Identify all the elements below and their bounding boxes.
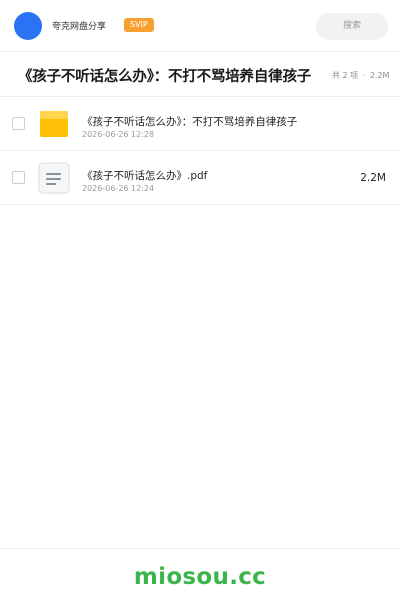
share-title-bar: 《孩子不听话怎么办》：不打不骂培养自律孩子 共 2 项 · 2.2M (0, 52, 400, 97)
total-size: 2.2M (369, 71, 390, 80)
document-icon (38, 162, 70, 194)
row-checkbox[interactable] (12, 117, 25, 130)
svip-badge: SVIP (124, 18, 154, 32)
file-size: 2.2M (360, 172, 386, 184)
row-checkbox[interactable] (12, 171, 25, 184)
page-title: 《孩子不听话怎么办》：不打不骂培养自律孩子 (18, 69, 312, 85)
footer: miosou.cc (0, 548, 400, 600)
search-input[interactable]: 搜索 (316, 13, 388, 40)
file-row-folder[interactable]: 《孩子不听话怎么办》：不打不骂培养自律孩子 2026-06-26 12:28 (0, 97, 400, 151)
file-name[interactable]: 《孩子不听话怎么办》.pdf (82, 168, 207, 183)
file-date: 2026-06-26 12:24 (82, 184, 155, 193)
folder-icon (40, 111, 68, 137)
file-row-pdf[interactable]: 《孩子不听话怎么办》.pdf 2026-06-26 12:24 2.2M (0, 151, 400, 205)
header-bar: 夸克网盘分享 SVIP 搜索 (0, 0, 400, 52)
share-summary: 共 2 项 · 2.2M (332, 70, 391, 81)
file-date: 2026-06-26 12:28 (82, 130, 155, 139)
file-name[interactable]: 《孩子不听话怎么办》：不打不骂培养自律孩子 (82, 114, 297, 129)
watermark: miosou.cc (133, 564, 267, 590)
item-count: 共 2 项 (332, 71, 359, 80)
summary-separator: · (362, 71, 366, 80)
site-name: 夸克网盘分享 (52, 22, 107, 32)
avatar[interactable] (14, 12, 42, 40)
